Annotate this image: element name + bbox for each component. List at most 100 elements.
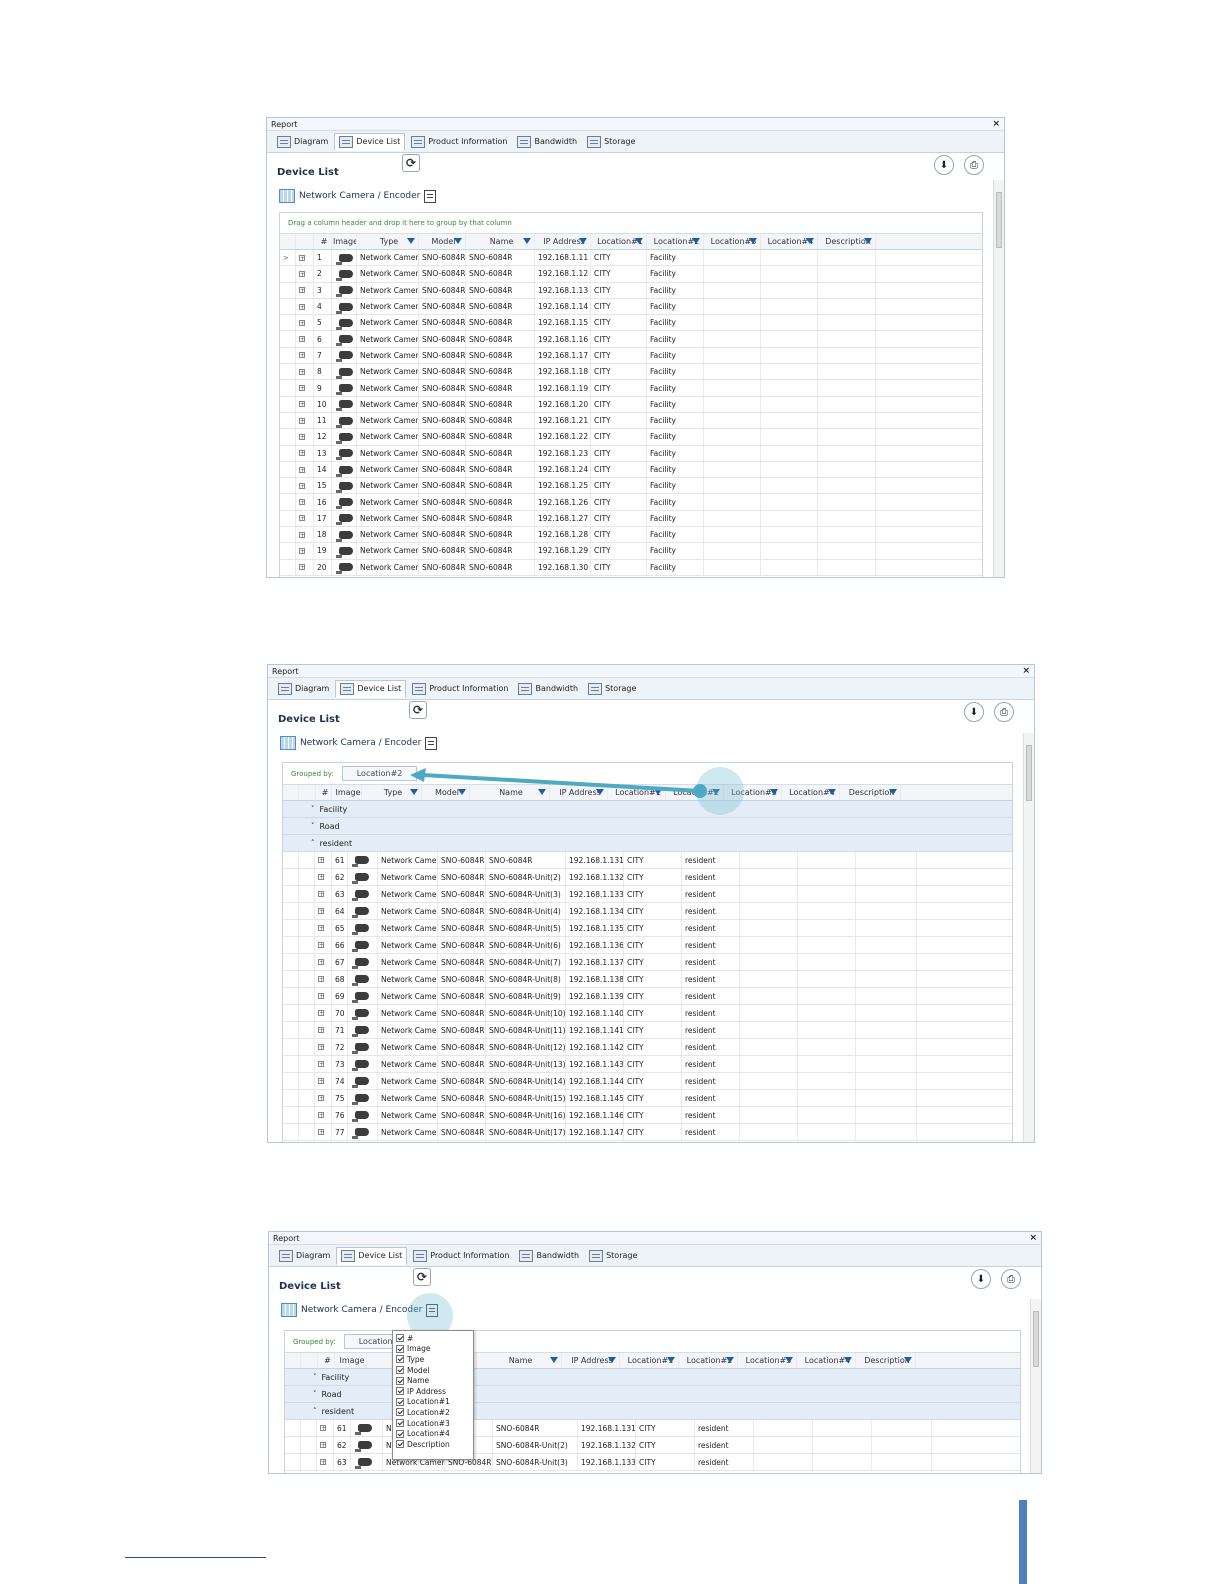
table-row[interactable]: +10 Network Camera SNO-6084R SNO-6084R 192.1… <box>280 396 982 413</box>
expand-cell[interactable]: + <box>296 494 314 510</box>
expand-cell[interactable]: + <box>317 1420 334 1436</box>
table-row[interactable]: +61 Network Camera SNO-6084R SNO-6084R 192.1… <box>283 852 1012 869</box>
expand-cell[interactable]: + <box>296 559 314 575</box>
expand-cell[interactable]: + <box>296 510 314 527</box>
group-chevron-icon[interactable]: ˅ <box>313 1390 317 1398</box>
column-header-5[interactable]: IP Address <box>550 785 608 800</box>
expand-cell[interactable]: + <box>296 266 314 282</box>
column-header-1[interactable]: Image <box>332 234 357 249</box>
expand-cell[interactable]: + <box>317 1437 334 1453</box>
checkbox-checked-icon[interactable] <box>396 1344 404 1353</box>
table-row[interactable]: +15 Network Camera SNO-6084R SNO-6084R 192.1… <box>280 478 982 495</box>
group-chevron-icon[interactable]: ˄ <box>311 839 315 847</box>
print-button[interactable]: ⎙ <box>964 155 984 175</box>
column-header-0[interactable]: # <box>318 1353 335 1368</box>
expand-toggle[interactable]: + <box>318 1095 324 1102</box>
checkbox-checked-icon[interactable] <box>396 1355 404 1364</box>
expand-cell[interactable]: + <box>296 396 314 412</box>
expand-cell[interactable]: + <box>317 1454 334 1470</box>
expand-cell[interactable]: + <box>315 1005 332 1021</box>
expand-cell[interactable]: + <box>296 347 314 364</box>
expand-cell[interactable]: + <box>296 315 314 331</box>
expand-cell[interactable]: + <box>315 954 332 970</box>
column-chooser-item[interactable]: Location#2 <box>396 1407 470 1418</box>
tab-device-list[interactable]: Device List <box>334 132 406 151</box>
refresh-button[interactable]: ⟳ <box>402 154 420 172</box>
table-row[interactable]: +13 Network Camera SNO-6084R SNO-6084R 192.1… <box>280 445 982 462</box>
checkbox-checked-icon[interactable] <box>396 1387 404 1396</box>
vertical-scrollbar[interactable] <box>1023 733 1034 1142</box>
expand-cell[interactable]: + <box>296 429 314 445</box>
table-row[interactable]: > +1 Network Camera SNO-6084R SNO-6084R 192.1… <box>280 250 982 267</box>
checkbox-checked-icon[interactable] <box>396 1440 404 1449</box>
column-header-10[interactable]: Description <box>840 785 901 800</box>
column-header-6[interactable]: Location#1 <box>620 1353 679 1368</box>
expand-cell[interactable]: + <box>296 282 314 298</box>
table-row[interactable]: +76 Network Camera SNO-6084R SNO-6084R-Unit… <box>283 1107 1012 1124</box>
expand-toggle[interactable]: + <box>299 287 305 294</box>
column-header-10[interactable]: Description <box>818 234 876 249</box>
expand-cell[interactable]: + <box>315 971 332 987</box>
expand-toggle[interactable]: + <box>299 531 305 538</box>
column-header-7[interactable]: Location#2 <box>647 234 704 249</box>
expand-toggle[interactable]: + <box>320 1442 326 1449</box>
column-header-4[interactable]: Name <box>477 1353 562 1368</box>
expand-cell[interactable]: + <box>315 937 332 953</box>
column-header-5[interactable]: IP Address <box>535 234 591 249</box>
group-chevron-icon[interactable]: ˅ <box>313 1373 317 1381</box>
expand-cell[interactable]: + <box>315 1124 332 1140</box>
table-row[interactable]: +14 Network Camera SNO-6084R SNO-6084R 192.1… <box>280 461 982 479</box>
table-row[interactable]: +8 Network Camera SNO-6084R SNO-6084R 192.16… <box>280 364 982 381</box>
expand-toggle[interactable]: + <box>299 482 305 489</box>
table-row[interactable]: +2 Network Camera SNO-6084R SNO-6084R 192.16… <box>280 266 982 283</box>
scrollbar-thumb[interactable] <box>1033 1311 1039 1367</box>
expand-toggle[interactable]: + <box>299 270 305 277</box>
table-row[interactable]: +73 Network Camera SNO-6084R SNO-6084R-Unit… <box>283 1056 1012 1073</box>
column-header-0[interactable]: # <box>316 785 332 800</box>
tab-storage[interactable]: Storage <box>583 133 639 151</box>
table-row[interactable]: +4 Network Camera SNO-6084R SNO-6084R 192.16… <box>280 298 982 316</box>
expand-cell[interactable]: + <box>296 298 314 315</box>
scrollbar-thumb[interactable] <box>996 192 1002 248</box>
expand-cell[interactable]: + <box>296 543 314 559</box>
table-row[interactable]: +75 Network Camera SNO-6084R SNO-6084R-Unit… <box>283 1090 1012 1107</box>
expand-toggle[interactable]: + <box>299 417 305 424</box>
expand-toggle[interactable]: + <box>318 891 324 898</box>
column-chooser-popup[interactable]: # Image Type Model Name IP Address Location#1 L… <box>392 1330 474 1460</box>
export-button[interactable]: ⬇ <box>971 1269 991 1289</box>
refresh-button[interactable]: ⟳ <box>413 1268 431 1286</box>
expand-cell[interactable]: + <box>296 380 314 396</box>
expand-toggle[interactable]: + <box>299 254 305 261</box>
table-row[interactable]: +72 Network Camera SNO-6084R SNO-6084R-Unit… <box>283 1039 1012 1056</box>
column-header-0[interactable]: # <box>314 234 332 249</box>
column-chooser-item[interactable]: Description <box>396 1439 470 1450</box>
tab-product-information[interactable]: Product Information <box>408 680 512 698</box>
column-header-2[interactable]: Type <box>362 785 422 800</box>
close-button[interactable]: × <box>1029 1233 1037 1243</box>
column-header-6[interactable]: Location#1 <box>608 785 666 800</box>
column-chooser-item[interactable]: Model <box>396 1365 470 1376</box>
table-row[interactable]: +7 Network Camera SNO-6084R SNO-6084R 192.16… <box>280 347 982 365</box>
column-header-9[interactable]: Location#4 <box>797 1353 856 1368</box>
table-row[interactable]: +19 Network Camera SNO-6084R SNO-6084R 192.1… <box>280 543 982 560</box>
column-chooser-item[interactable]: Location#3 <box>396 1418 470 1429</box>
expand-cell[interactable]: + <box>315 920 332 936</box>
expand-toggle[interactable]: + <box>318 1044 324 1051</box>
column-header-2[interactable]: Type <box>357 234 419 249</box>
close-button[interactable]: × <box>992 119 1000 129</box>
column-chooser-item[interactable]: Location#1 <box>396 1397 470 1408</box>
expand-toggle[interactable]: + <box>299 466 305 473</box>
column-chooser-item[interactable]: Type <box>396 1354 470 1365</box>
tab-bandwidth[interactable]: Bandwidth <box>515 1247 583 1265</box>
checkbox-checked-icon[interactable] <box>396 1366 404 1375</box>
table-row[interactable]: +12 Network Camera SNO-6084R SNO-6084R 192.1… <box>280 429 982 446</box>
column-header-4[interactable]: Name <box>466 234 535 249</box>
close-button[interactable]: × <box>1022 666 1030 676</box>
column-chooser-item[interactable]: Image <box>396 1344 470 1355</box>
group-chip-location2[interactable]: Location#2 <box>341 766 418 781</box>
table-row[interactable]: +9 Network Camera SNO-6084R SNO-6084R 192.16… <box>280 380 982 397</box>
table-row[interactable]: +65 Network Camera SNO-6084R SNO-6084R-Unit… <box>283 920 1012 937</box>
expand-cell[interactable]: + <box>315 1107 332 1123</box>
table-row[interactable]: +5 Network Camera SNO-6084R SNO-6084R 192.16… <box>280 315 982 332</box>
expand-toggle[interactable]: + <box>318 874 324 881</box>
